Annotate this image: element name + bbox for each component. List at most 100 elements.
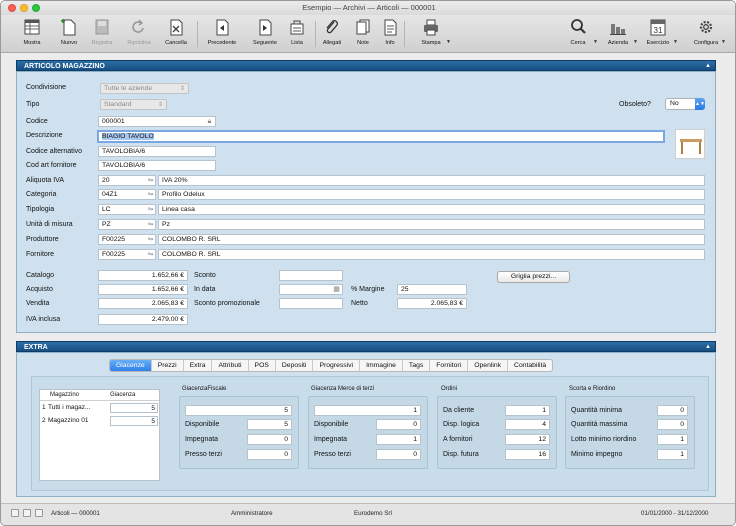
third-party-stock-title: Giacenza Merce di terzi: [311, 386, 375, 392]
sale-price-value: 2.065,83 €: [151, 300, 184, 307]
margin-label: % Margine: [351, 286, 385, 293]
article-section-header[interactable]: ARTICOLO MAGAZZINO ▲: [16, 60, 716, 71]
extra-tabs: Giacenze Prezzi Extra Attributi POS Depo…: [109, 359, 554, 372]
customer-orders-field[interactable]: 1: [505, 405, 550, 416]
company-button[interactable]: Azienda ▼: [602, 17, 638, 51]
tab-contabilita[interactable]: Contabilità: [508, 360, 552, 371]
fiscal-third-party-field[interactable]: 0: [247, 449, 292, 460]
close-window-button[interactable]: [8, 4, 16, 12]
vat-label: Aliquota IVA: [26, 177, 65, 184]
tab-giacenze[interactable]: Giacenze: [110, 360, 152, 371]
max-qty-field[interactable]: 0: [657, 419, 688, 430]
alt-code-value: TAVOLOBIA/6: [102, 148, 146, 155]
calendar-picker-icon[interactable]: ▦: [331, 284, 342, 295]
print-button[interactable]: Stampa ▼: [415, 17, 451, 51]
configure-button[interactable]: Configura ▼: [690, 17, 726, 51]
table-row[interactable]: 2 Magazzino 01 5: [40, 416, 159, 426]
min-qty-label: Quantità minima: [571, 407, 622, 414]
discount-field[interactable]: [279, 270, 343, 281]
tab-tags[interactable]: Tags: [403, 360, 431, 371]
third-party-at-third-field[interactable]: 0: [376, 449, 421, 460]
warehouse-table[interactable]: Magazzino Giacenza 1 Tutti i magaz... 5 …: [39, 389, 160, 481]
min-lot-field[interactable]: 1: [657, 434, 688, 445]
save-icon: [95, 19, 109, 35]
third-party-available-field[interactable]: 0: [376, 419, 421, 430]
third-party-total-field[interactable]: 1: [314, 405, 421, 416]
unit-code-value: PZ: [102, 221, 111, 228]
zoom-window-button[interactable]: [32, 4, 40, 12]
alt-code-field[interactable]: TAVOLOBIA/6: [98, 146, 216, 157]
article-thumbnail[interactable]: [675, 129, 705, 159]
table-image: [680, 139, 702, 154]
description-field[interactable]: BIAGIO TAVOLO: [97, 130, 665, 143]
tab-depositi[interactable]: Depositi: [276, 360, 314, 371]
lookup-icon[interactable]: ⇋: [145, 234, 156, 245]
sharing-select[interactable]: Tutte le aziende ⇕: [100, 83, 189, 94]
minimize-window-button[interactable]: [20, 4, 28, 12]
margin-field[interactable]: 25: [397, 284, 467, 295]
min-qty-field[interactable]: 0: [657, 405, 688, 416]
third-party-committed-value: 1: [413, 436, 417, 443]
tab-pos[interactable]: POS: [249, 360, 276, 371]
extra-section-title: EXTRA: [24, 344, 48, 351]
show-button[interactable]: Mostra: [16, 17, 48, 51]
table-row[interactable]: 1 Tutti i magaz... 5: [40, 403, 159, 413]
extra-section-header[interactable]: EXTRA ▲: [16, 341, 716, 352]
fiscal-committed-field[interactable]: 0: [247, 434, 292, 445]
save-button[interactable]: Registra: [86, 17, 118, 51]
printer-icon: [424, 19, 438, 36]
code-value: 000001: [102, 118, 125, 125]
catalog-price-field[interactable]: 1.652,66 €: [98, 270, 188, 281]
delete-button[interactable]: Cancella: [160, 17, 192, 51]
lookup-icon[interactable]: ⇋: [145, 204, 156, 215]
supplier-code-field[interactable]: TAVOLOBIA/6: [98, 160, 216, 171]
tab-immagine[interactable]: Immagine: [360, 360, 403, 371]
grid-list-icon: [24, 19, 40, 35]
prev-record-button[interactable]: [23, 509, 31, 517]
table-header-stock: Giacenza: [110, 392, 136, 398]
type-select[interactable]: Standard ⇕: [100, 99, 167, 110]
logical-availability-field[interactable]: 4: [505, 419, 550, 430]
tab-openlink[interactable]: Openlink: [468, 360, 509, 371]
previous-button[interactable]: Precedente: [206, 17, 238, 51]
row-stock: 5: [110, 403, 158, 413]
vat-included-field[interactable]: 2.479,00 €: [98, 314, 188, 325]
min-commitment-field[interactable]: 1: [657, 449, 688, 460]
lookup-icon[interactable]: ⇋: [145, 219, 156, 230]
search-button[interactable]: Cerca ▼: [562, 17, 598, 51]
promo-discount-field[interactable]: [279, 298, 343, 309]
price-grid-button[interactable]: Griglia prezzi...: [497, 271, 570, 283]
catalog-price-value: 1.652,66 €: [151, 272, 184, 279]
fiscal-stock-total-field[interactable]: 5: [185, 405, 292, 416]
future-availability-field[interactable]: 16: [505, 449, 550, 460]
list-button[interactable]: Lista: [281, 17, 313, 51]
tab-progressivi[interactable]: Progressivi: [313, 360, 361, 371]
obsolete-label: Obsoleto?: [619, 101, 651, 108]
tab-fornitori[interactable]: Fornitori: [430, 360, 469, 371]
paperclip-icon: [326, 20, 338, 34]
next-record-button[interactable]: [35, 509, 43, 517]
supplier-orders-field[interactable]: 12: [505, 434, 550, 445]
article-section-title: ARTICOLO MAGAZZINO: [24, 63, 105, 70]
tab-prezzi[interactable]: Prezzi: [152, 360, 184, 371]
code-field[interactable]: 000001: [98, 116, 216, 127]
tab-attributi[interactable]: Attributi: [212, 360, 249, 371]
sale-price-field[interactable]: 2.065,83 €: [98, 298, 188, 309]
company-icon: [610, 24, 626, 35]
supplier-code-value-2: F00225: [102, 251, 126, 258]
revert-button[interactable]: Ripristina: [123, 17, 155, 51]
obsolete-select[interactable]: No ▲▼: [665, 98, 705, 110]
info-button[interactable]: Info: [374, 17, 406, 51]
fiscal-year-button[interactable]: 31 Esercizio ▼: [642, 17, 678, 51]
third-party-committed-field[interactable]: 1: [376, 434, 421, 445]
net-price-field[interactable]: 2.065,83 €: [397, 298, 467, 309]
category-label: Categoria: [26, 191, 57, 198]
purchase-price-field[interactable]: 1.652,66 €: [98, 284, 188, 295]
lookup-icon[interactable]: ⇋: [145, 175, 156, 186]
vat-desc-value: IVA 20%: [162, 177, 188, 184]
first-record-button[interactable]: [11, 509, 19, 517]
lookup-icon[interactable]: ⇋: [145, 249, 156, 260]
lookup-icon[interactable]: ⇋: [145, 189, 156, 200]
fiscal-available-field[interactable]: 5: [247, 419, 292, 430]
tab-extra[interactable]: Extra: [184, 360, 213, 371]
